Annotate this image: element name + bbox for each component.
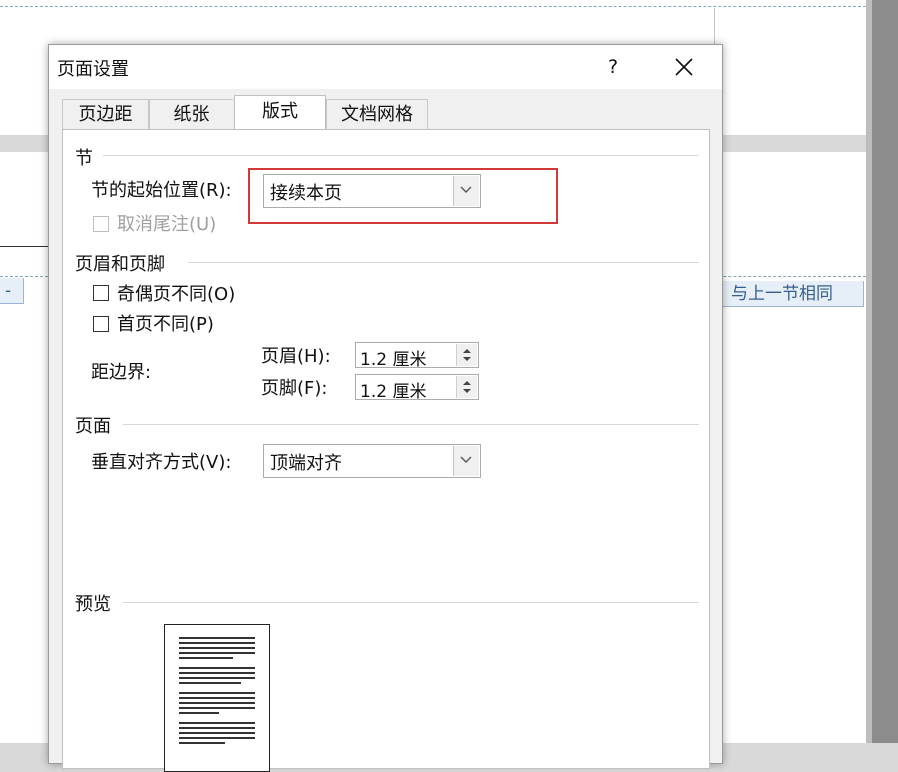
header-tag-left: - — [0, 278, 24, 304]
odd-even-label: 奇偶页不同(O) — [117, 284, 236, 305]
window-edge — [872, 0, 898, 743]
first-page-checkbox[interactable] — [93, 316, 109, 332]
first-page-label: 首页不同(P) — [117, 314, 214, 335]
preview-line — [179, 637, 255, 639]
preview-line — [179, 737, 255, 739]
header-distance-label: 页眉(H): — [261, 346, 331, 367]
section-start-label: 节的起始位置(R): — [91, 180, 232, 201]
preview-heading: 预览 — [75, 594, 111, 615]
section-heading: 节 — [75, 148, 93, 169]
top-margin-boundary — [0, 6, 866, 7]
headers-footers-separator — [188, 262, 699, 263]
footer-distance-spinner[interactable]: 1.2 厘米 — [355, 374, 479, 402]
spin-updown-icon — [463, 349, 471, 361]
preview-line — [179, 712, 219, 714]
highlight-box — [248, 168, 558, 224]
text-baseline — [0, 246, 48, 247]
tab-layout[interactable]: 版式 — [234, 95, 326, 129]
vertical-alignment-value: 顶端对齐 — [270, 453, 342, 474]
spinner-buttons[interactable] — [456, 376, 477, 398]
odd-even-checkbox[interactable] — [93, 285, 109, 301]
tab-document-grid[interactable]: 文档网格 — [326, 99, 428, 129]
preview-line — [179, 742, 225, 744]
headers-footers-heading: 页眉和页脚 — [75, 254, 165, 275]
header-distance-spinner[interactable]: 1.2 厘米 — [355, 342, 479, 370]
preview-line — [179, 652, 255, 654]
preview-line — [179, 667, 255, 669]
preview-line — [179, 642, 255, 644]
same-as-previous-tag[interactable]: 与上一节相同 — [722, 281, 864, 307]
preview-line — [179, 677, 255, 679]
close-icon — [675, 58, 693, 76]
tab-margins[interactable]: 页边距 — [62, 99, 149, 129]
distance-label: 距边界: — [91, 362, 152, 383]
dialog-title-bar: 页面设置 ? — [49, 45, 722, 89]
preview-line — [179, 697, 255, 699]
preview-line — [179, 692, 255, 694]
dropdown-arrow[interactable] — [453, 446, 479, 476]
preview-page-thumbnail — [164, 624, 270, 772]
preview-line — [179, 657, 233, 659]
chevron-down-icon — [460, 456, 472, 463]
vertical-alignment-select[interactable]: 顶端对齐 — [263, 444, 481, 478]
preview-line — [179, 647, 255, 649]
spin-updown-icon — [463, 381, 471, 393]
preview-line — [179, 672, 255, 674]
footer-distance-value: 1.2 厘米 — [360, 382, 427, 402]
page-heading: 页面 — [75, 416, 111, 437]
page-setup-dialog: 页面设置 ? 页边距 纸张 节 节的起始位置(R): 接续本页 取消尾注(U) … — [48, 44, 723, 772]
preview-line — [179, 727, 255, 729]
preview-line — [179, 682, 241, 684]
close-button[interactable] — [661, 49, 707, 85]
suppress-endnotes-checkbox[interactable] — [93, 216, 109, 232]
dialog-title: 页面设置 — [57, 59, 129, 80]
vertical-alignment-label: 垂直对齐方式(V): — [91, 452, 232, 473]
preview-line — [179, 702, 255, 704]
header-distance-value: 1.2 厘米 — [360, 350, 427, 370]
preview-line — [179, 707, 255, 709]
tab-paper[interactable]: 纸张 — [149, 99, 234, 129]
spinner-buttons[interactable] — [456, 344, 477, 366]
page-separator — [123, 424, 699, 425]
preview-line — [179, 732, 255, 734]
layout-tab-panel: 节 节的起始位置(R): 接续本页 取消尾注(U) 页眉和页脚 奇偶页不同(O)… — [62, 129, 710, 772]
preview-separator — [123, 602, 699, 603]
help-button[interactable]: ? — [593, 49, 633, 85]
preview-line — [179, 722, 255, 724]
footer-distance-label: 页脚(F): — [261, 378, 328, 399]
suppress-endnotes-label: 取消尾注(U) — [117, 214, 217, 235]
section-separator — [103, 155, 699, 156]
